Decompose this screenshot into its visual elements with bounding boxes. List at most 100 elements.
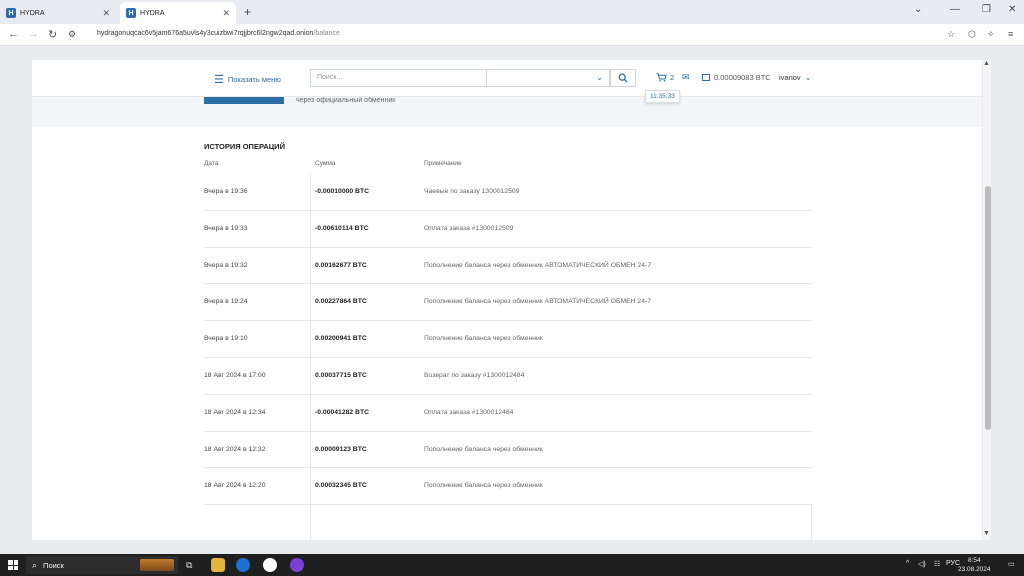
maximize-icon[interactable]: ❐ — [982, 4, 991, 15]
row-amount: 0.00227864 BTC — [315, 298, 367, 306]
windows-start-icon[interactable] — [8, 560, 18, 570]
site-header: ☰ Показать меню Поиск... ⌄ 2 ✉ 0.0000908… — [32, 60, 982, 97]
chevron-up-icon[interactable]: ^ — [906, 560, 909, 567]
notifications-icon[interactable]: ▭ — [1008, 560, 1015, 568]
row-date: Вчера в 19:36 — [204, 188, 248, 195]
cart-icon — [656, 73, 667, 82]
show-menu-label: Показать меню — [227, 75, 281, 84]
extensions-icon[interactable]: ✧ — [987, 29, 995, 40]
table-row: 18 Авг 2024 в 17:00 0.00037715 BTC Возвр… — [204, 358, 812, 395]
balance-value: 0.00009083 BTC — [714, 73, 771, 82]
row-note: Пополнение баланса через обменник — [424, 335, 543, 343]
back-icon[interactable]: ← — [8, 28, 19, 40]
url-path: /balance — [313, 30, 340, 37]
browser-tab-strip: H HYDRA ✕ H HYDRA ✕ + ⌄ — ❐ ✕ — [0, 0, 1024, 24]
row-date: Вчера в 19:10 — [204, 335, 248, 343]
row-date: Вчера в 19:33 — [204, 224, 248, 232]
new-tab-icon[interactable]: + — [244, 5, 251, 19]
reload-icon[interactable]: ↻ — [48, 28, 57, 41]
close-window-icon[interactable]: ✕ — [1008, 4, 1016, 15]
row-date: 18 Авг 2024 в 17:00 — [204, 371, 266, 379]
menu-icon[interactable]: ≡ — [1008, 29, 1013, 39]
scroll-up-icon[interactable]: ▲ — [983, 60, 990, 67]
category-select[interactable]: ⌄ — [486, 69, 610, 87]
row-note: Пополнение баланса через обменник АВТОМА… — [424, 261, 652, 269]
balance-display[interactable]: 0.00009083 BTC — [702, 73, 771, 82]
browser-tab-1[interactable]: H HYDRA ✕ — [0, 2, 116, 24]
column-header-note: Примечание — [424, 160, 462, 167]
tab-title: HYDRA — [20, 9, 45, 17]
clock-time: 8:54 — [967, 557, 981, 564]
row-date: Вчера в 19:32 — [204, 261, 248, 269]
wallet-icon — [702, 74, 710, 81]
row-note: Чаевые по заказу 1300012509 — [424, 188, 520, 195]
info-band: через официальный обменник — [32, 97, 982, 127]
search-placeholder: Поиск... — [317, 74, 343, 81]
username: ivanov — [779, 73, 801, 82]
taskbar-clock[interactable]: 8:54 23.08.2024 — [958, 556, 991, 574]
forward-icon[interactable]: → — [28, 28, 39, 40]
scrollbar-thumb[interactable] — [985, 186, 991, 430]
tab-title: HYDRA — [140, 9, 165, 17]
top-up-button[interactable] — [204, 97, 284, 104]
table-row: Вчера в 19:33 -0.00610114 BTC Оплата зак… — [204, 211, 812, 248]
row-amount: 0.00162677 BTC — [315, 261, 367, 269]
search-highlight-image — [140, 559, 174, 571]
windows-taskbar: ⌕ Поиск ⧉ ^ ◁) ☷ РУС 8:54 23.08.2024 ▭ — [0, 554, 1024, 576]
row-date: 18 Авг 2024 в 12:32 — [204, 445, 266, 453]
row-amount: 0.00200941 BTC — [315, 335, 367, 343]
row-note: Пополнение баланса через обменник — [424, 482, 543, 490]
page-viewport: ☰ Показать меню Поиск... ⌄ 2 ✉ 0.0000908… — [0, 46, 1024, 554]
url-field[interactable]: hydragonuqcac6v5jam676a5uvls4y3cuizbwi7r… — [97, 30, 340, 37]
table-row: 18 Авг 2024 в 12:32 0.00009123 BTC Попол… — [204, 432, 812, 469]
table-row: 18 Авг 2024 в 12:34 -0.00041282 BTC Опла… — [204, 395, 812, 432]
hydra-favicon: H — [6, 8, 16, 18]
row-amount: -0.00010000 BTC — [315, 188, 370, 195]
star-icon[interactable]: ☆ — [947, 29, 955, 40]
info-text: через официальный обменник — [296, 97, 396, 104]
row-date: 18 Авг 2024 в 12:20 — [204, 482, 266, 490]
row-date: Вчера в 19:24 — [204, 298, 248, 306]
close-icon[interactable]: ✕ — [102, 8, 110, 19]
clock-date: 23.08.2024 — [958, 566, 991, 573]
row-note: Пополнение баланса через обменник — [424, 445, 543, 453]
history-title: ИСТОРИЯ ОПЕРАЦИЙ — [204, 142, 285, 151]
table-row: Вчера в 19:32 0.00162677 BTC Пополнение … — [204, 248, 812, 285]
mail-icon[interactable]: ✉ — [682, 72, 690, 83]
row-amount: 0.00009123 BTC — [315, 445, 367, 453]
address-bar: ← → ↻ ⚙ hydragonuqcac6v5jam676a5uvls4y3c… — [0, 24, 1024, 46]
show-menu-button[interactable]: ☰ Показать меню — [214, 73, 281, 86]
task-view-icon[interactable]: ⧉ — [186, 560, 200, 574]
tor-browser-icon[interactable] — [290, 558, 304, 572]
minimize-icon[interactable]: — — [950, 4, 960, 15]
search-input[interactable]: Поиск... — [310, 69, 486, 87]
search-button[interactable] — [610, 69, 636, 87]
row-note: Пополнение баланса через обменник АВТОМА… — [424, 298, 652, 306]
chevron-down-icon[interactable]: ⌄ — [914, 4, 922, 15]
scroll-down-icon[interactable]: ▼ — [983, 530, 990, 537]
time-tooltip: 11:35:33 — [645, 90, 680, 103]
table-right-edge — [811, 504, 812, 540]
taskbar-search[interactable]: ⌕ Поиск — [26, 556, 178, 574]
content-card: ☰ Показать меню Поиск... ⌄ 2 ✉ 0.0000908… — [32, 60, 982, 540]
close-icon[interactable]: ✕ — [222, 8, 230, 19]
edge-browser-icon[interactable] — [236, 558, 250, 572]
cart-count: 2 — [670, 73, 675, 82]
search-icon — [618, 73, 628, 83]
file-explorer-icon[interactable] — [211, 558, 225, 572]
site-settings-icon[interactable]: ⚙ — [68, 29, 76, 40]
table-row: Вчера в 19:10 0.00200941 BTC Пополнение … — [204, 321, 812, 358]
volume-icon[interactable]: ◁) — [918, 560, 926, 568]
browser-tab-2[interactable]: H HYDRA ✕ — [120, 2, 236, 24]
user-menu[interactable]: ivanov ⌄ — [779, 73, 811, 82]
row-amount: -0.00610114 BTC — [315, 224, 369, 232]
column-header-date: Дата — [204, 160, 219, 167]
search-icon: ⌕ — [32, 559, 38, 570]
row-amount: 0.00037715 BTC — [315, 371, 367, 379]
yandex-browser-icon[interactable] — [263, 558, 277, 572]
chevron-down-icon: ⌄ — [804, 73, 812, 82]
table-row: 18 Авг 2024 в 12:20 0.00032345 BTC Попол… — [204, 468, 812, 506]
network-icon[interactable]: ☷ — [934, 560, 940, 568]
cart-button[interactable]: 2 — [656, 73, 674, 82]
shield-icon[interactable]: ⬡ — [968, 29, 976, 40]
